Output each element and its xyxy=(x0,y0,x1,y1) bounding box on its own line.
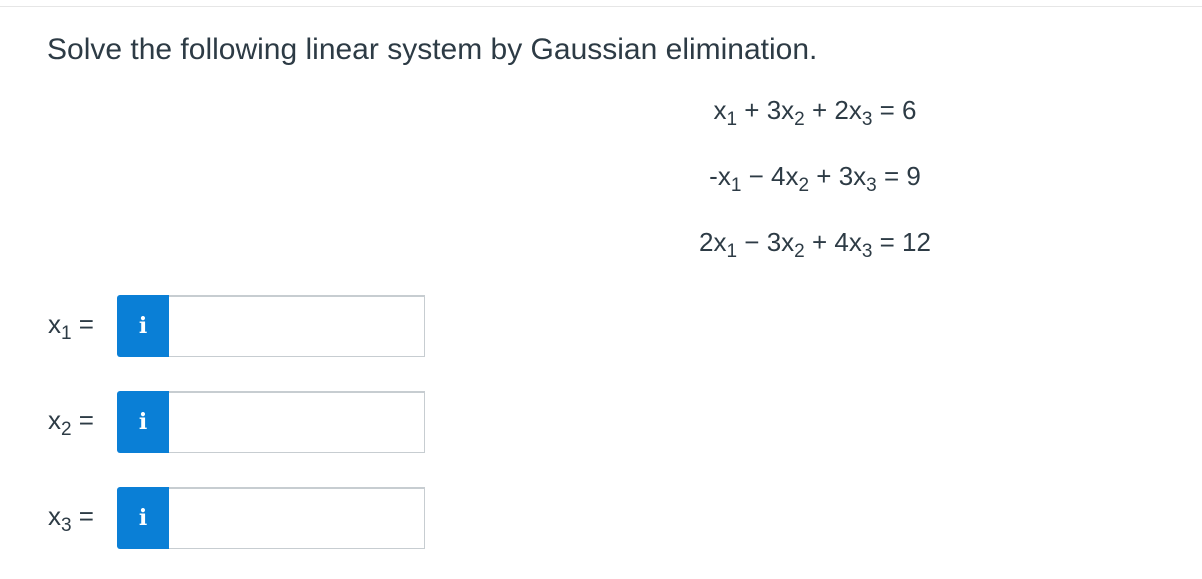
answer-row-x3: x3 = i xyxy=(0,485,460,551)
answer-row-x2: x2 = i xyxy=(0,389,460,455)
answer-row-x1: x1 = i xyxy=(0,293,460,359)
answer-input-x2[interactable] xyxy=(169,391,425,453)
answer-label-x3: x3 = xyxy=(48,501,94,536)
info-icon[interactable]: i xyxy=(117,487,169,549)
equation-system: x1 + 3x2 + 2x3 = 6 -x1 − 4x2 + 3x3 = 9 2… xyxy=(660,95,970,293)
equation-2: -x1 − 4x2 + 3x3 = 9 xyxy=(709,161,921,196)
equation-3: 2x1 − 3x2 + 4x3 = 12 xyxy=(699,227,931,262)
top-divider xyxy=(0,6,1202,7)
answer-label-x2: x2 = xyxy=(48,405,94,440)
info-icon[interactable]: i xyxy=(117,391,169,453)
equation-1: x1 + 3x2 + 2x3 = 6 xyxy=(713,95,917,130)
question-prompt: Solve the following linear system by Gau… xyxy=(47,33,818,66)
answer-input-x3[interactable] xyxy=(169,487,425,549)
answer-input-x1[interactable] xyxy=(169,295,425,357)
info-icon[interactable]: i xyxy=(117,295,169,357)
answer-label-x1: x1 = xyxy=(48,309,94,344)
